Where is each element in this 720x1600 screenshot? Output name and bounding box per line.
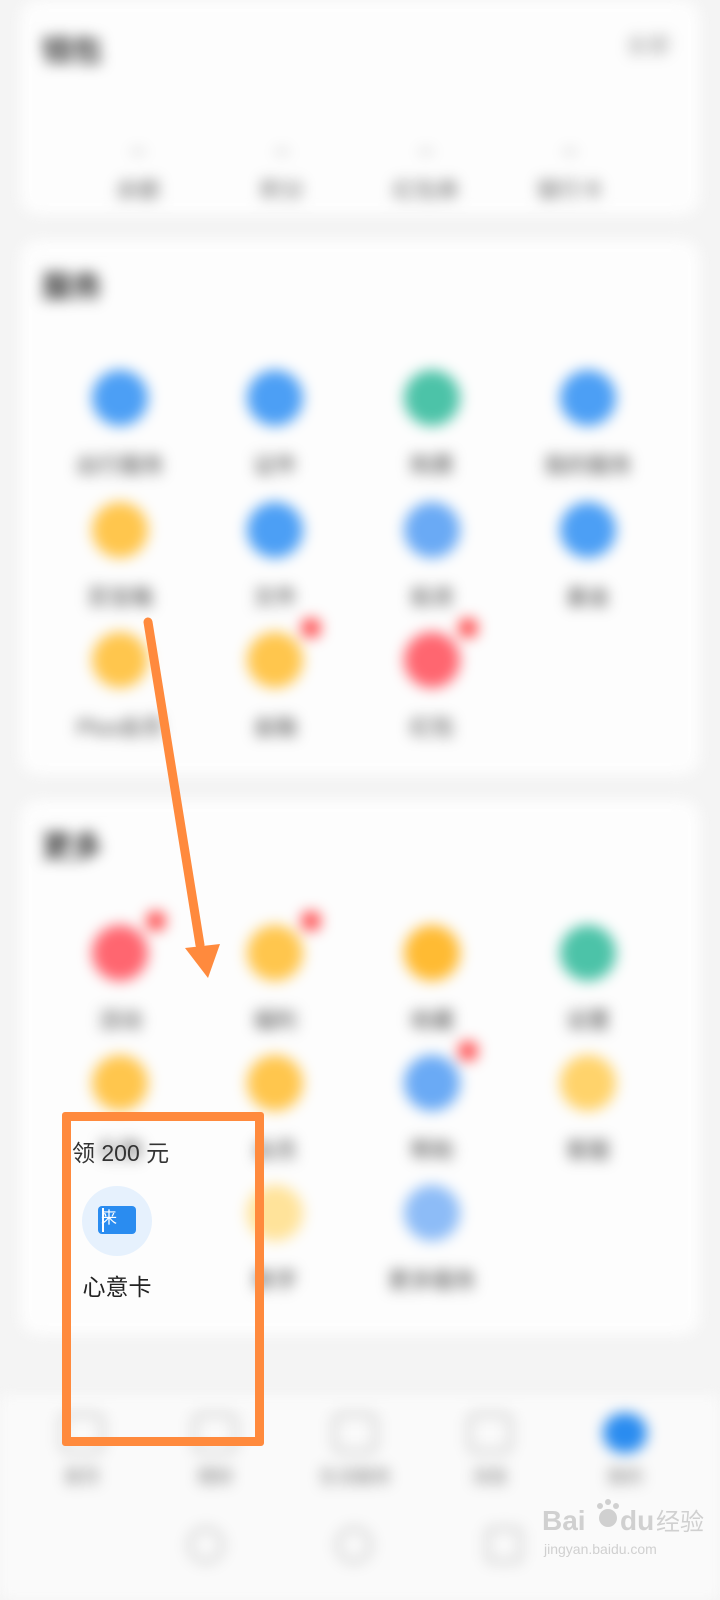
- svg-text:du: du: [620, 1505, 654, 1536]
- screen: 钱包 全部 -- 余额 -- 积分 -- 红包券 -- 银行卡 服务 出行服务 …: [0, 0, 720, 1600]
- baidu-jingyan-watermark: Bai du 经验 jingyan.baidu.com: [540, 1492, 710, 1582]
- svg-text:jingyan.baidu.com: jingyan.baidu.com: [543, 1541, 657, 1557]
- annotation-arrow: [143, 617, 220, 978]
- svg-text:Bai: Bai: [542, 1505, 586, 1536]
- svg-text:经验: 经验: [656, 1508, 704, 1536]
